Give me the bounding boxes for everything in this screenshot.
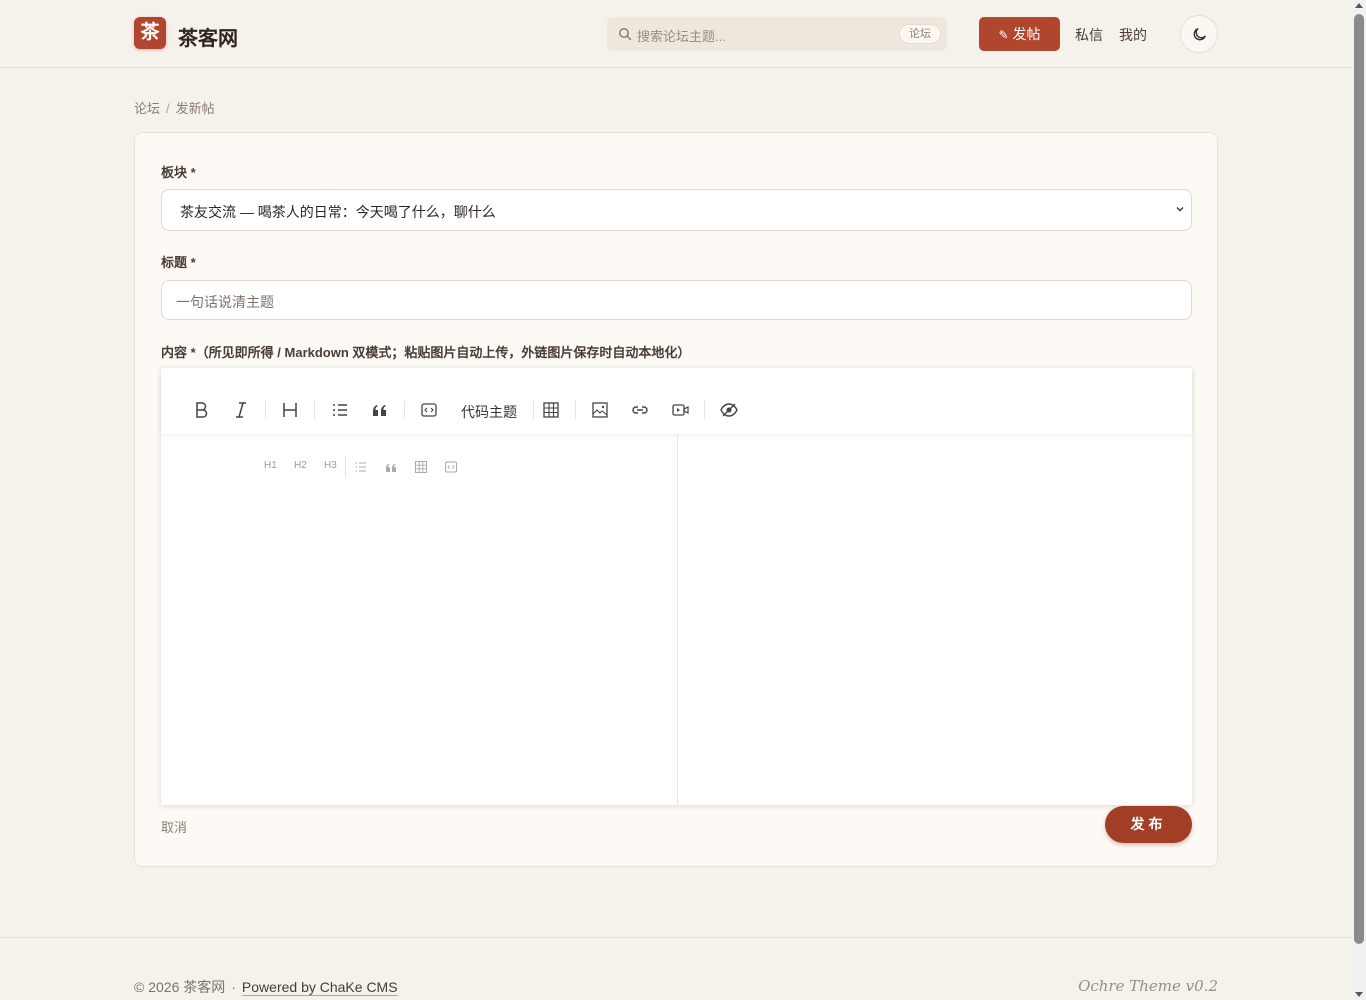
heading-3-button[interactable]: H3 bbox=[324, 460, 337, 471]
code-theme-button[interactable]: 代码主题 bbox=[461, 402, 517, 422]
search-placeholder: 搜索论坛主题... bbox=[637, 29, 726, 44]
new-post-button[interactable]: ✎ 发帖 bbox=[979, 17, 1060, 51]
page-scrollbar[interactable] bbox=[1352, 0, 1366, 1000]
code-icon[interactable] bbox=[418, 399, 440, 421]
site-footer: © 2026 茶客网 · Powered by ChaKe CMS Ochre Th… bbox=[0, 937, 1352, 1000]
footer-separator: · bbox=[231, 979, 236, 995]
image-icon[interactable] bbox=[589, 399, 611, 421]
theme-toggle-button[interactable] bbox=[1180, 15, 1218, 53]
site-logo[interactable]: 茶 bbox=[134, 17, 166, 49]
editor-pane-divider bbox=[677, 434, 678, 805]
list-icon[interactable] bbox=[329, 399, 351, 421]
list-icon[interactable] bbox=[354, 460, 368, 474]
cancel-button[interactable]: 取消 bbox=[161, 817, 187, 836]
nav-messages[interactable]: 私信 bbox=[1075, 25, 1103, 45]
theme-version: Ochre Theme v0.2 bbox=[1078, 977, 1218, 995]
moon-icon bbox=[1193, 28, 1206, 41]
scroll-down-arrow-icon[interactable] bbox=[1355, 992, 1363, 997]
scroll-up-arrow-icon[interactable] bbox=[1355, 3, 1363, 8]
board-select[interactable]: 茶友交流 — 喝茶人的日常：今天喝了什么，聊什么 bbox=[161, 189, 1192, 231]
footer-copyright-line: © 2026 茶客网 · Powered by ChaKe CMS bbox=[134, 977, 398, 997]
toolbar-divider bbox=[314, 401, 315, 419]
toolbar-divider bbox=[265, 401, 266, 419]
scrollbar-thumb[interactable] bbox=[1354, 14, 1364, 944]
toolbar-divider bbox=[704, 401, 705, 419]
preview-icon[interactable] bbox=[718, 399, 740, 421]
editor-toolbar: 代码主题 bbox=[161, 368, 1192, 434]
heading-1-button[interactable]: H1 bbox=[264, 460, 277, 471]
toolbar-divider bbox=[575, 401, 576, 419]
italic-icon[interactable] bbox=[230, 399, 252, 421]
title-placeholder: 一句话说清主题 bbox=[176, 294, 274, 310]
link-icon[interactable] bbox=[629, 399, 651, 421]
heading-icon[interactable] bbox=[279, 399, 301, 421]
toolbar-divider bbox=[533, 401, 534, 419]
bold-icon[interactable] bbox=[190, 399, 212, 421]
board-label: 板块 * bbox=[161, 165, 196, 180]
mini-toolbar-divider bbox=[345, 456, 346, 478]
title-label: 标题 * bbox=[161, 255, 196, 270]
title-field[interactable]: 一句话说清主题 bbox=[161, 280, 1192, 320]
video-icon[interactable] bbox=[669, 399, 691, 421]
content-label: 内容 *（所见即所得 / Markdown 双模式；粘贴图片自动上传，外链图片保… bbox=[161, 345, 691, 360]
powered-by-link[interactable]: Powered by ChaKe CMS bbox=[241, 979, 398, 996]
breadcrumb-forum[interactable]: 论坛 bbox=[134, 101, 160, 116]
breadcrumb-current: 发新帖 bbox=[175, 101, 215, 116]
breadcrumb: 论坛 / 发新帖 bbox=[134, 98, 215, 117]
heading-2-button[interactable]: H2 bbox=[294, 460, 307, 471]
table-icon[interactable] bbox=[540, 399, 562, 421]
pencil-icon: ✎ bbox=[998, 28, 1009, 42]
table-icon[interactable] bbox=[414, 460, 428, 474]
search-icon bbox=[619, 28, 632, 41]
nav-mine[interactable]: 我的 bbox=[1119, 25, 1147, 45]
publish-button[interactable]: 发布 bbox=[1105, 806, 1192, 843]
search-scope-badge[interactable]: 论坛 bbox=[899, 24, 941, 44]
quote-icon[interactable] bbox=[369, 399, 391, 421]
search-input[interactable]: 搜索论坛主题... 论坛 bbox=[607, 17, 947, 51]
toolbar-divider bbox=[404, 401, 405, 419]
chevron-down-icon bbox=[1176, 207, 1184, 212]
board-selected-value: 茶友交流 — 喝茶人的日常：今天喝了什么，聊什么 bbox=[180, 204, 496, 220]
breadcrumb-separator: / bbox=[166, 101, 170, 116]
copyright-text: © 2026 茶客网 bbox=[134, 979, 226, 995]
site-header: 茶 茶客网 搜索论坛主题... 论坛 ✎ 发帖 私信 我的 bbox=[0, 0, 1352, 68]
site-name[interactable]: 茶客网 bbox=[178, 22, 238, 51]
code-icon[interactable] bbox=[444, 460, 458, 474]
new-post-form: 板块 * 茶友交流 — 喝茶人的日常：今天喝了什么，聊什么 标题 * 一句话说清… bbox=[134, 132, 1218, 867]
rich-text-editor[interactable]: 代码主题 H1 H2 H3 bbox=[161, 368, 1192, 805]
new-post-label: 发帖 bbox=[1012, 26, 1041, 42]
quote-icon[interactable] bbox=[384, 460, 398, 474]
